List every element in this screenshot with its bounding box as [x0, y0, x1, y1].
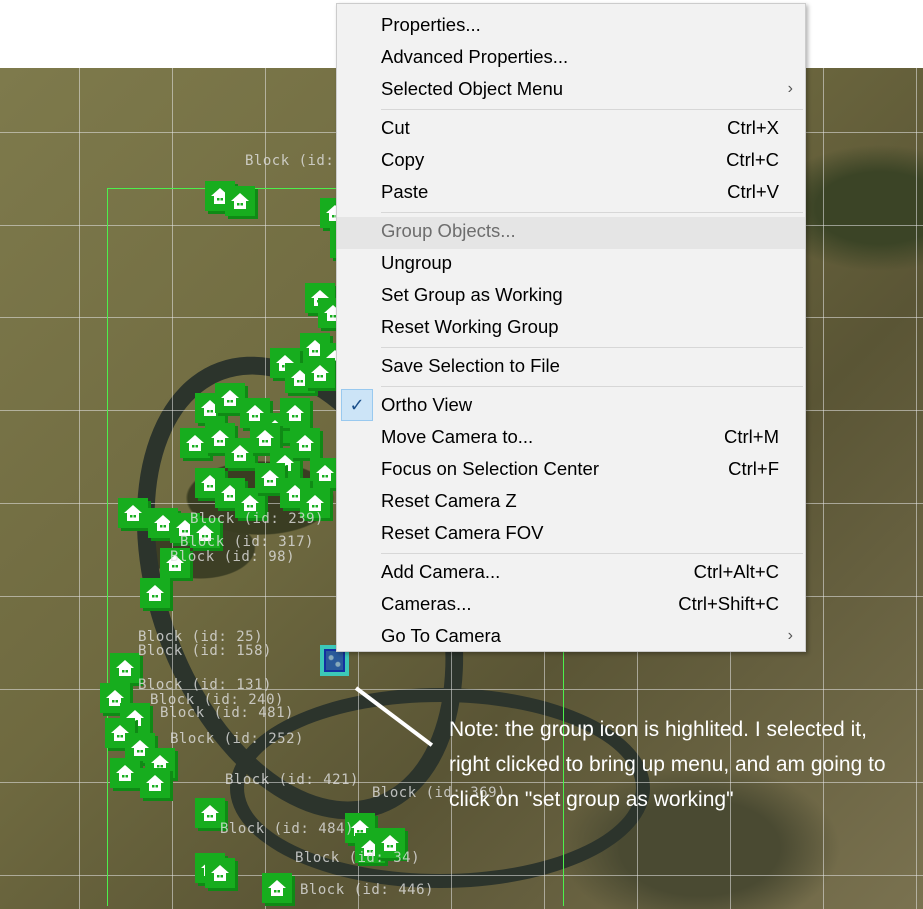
menu-item-label: Ortho View [381, 394, 473, 415]
menu-item-copy[interactable]: Copy Ctrl+C [337, 146, 805, 178]
block-label: Block (id: 252) [170, 731, 304, 747]
menu-item-save-selection-to-file[interactable]: Save Selection to File [337, 352, 805, 384]
menu-separator [381, 347, 803, 348]
block-marker[interactable] [290, 428, 320, 458]
house-icon [268, 880, 286, 896]
context-menu: Properties... Advanced Properties... Selec… [336, 3, 806, 652]
menu-item-shortcut: Ctrl+F [728, 458, 779, 479]
block-label: Block (id: 317) [180, 534, 314, 550]
house-icon [124, 505, 142, 521]
menu-item-label: Go To Camera [381, 625, 501, 646]
menu-item-label: Copy [381, 149, 425, 170]
menu-item-shortcut: Ctrl+Alt+C [693, 561, 779, 582]
menu-item-ungroup[interactable]: Ungroup [337, 249, 805, 281]
house-icon [306, 495, 324, 511]
house-icon [311, 365, 329, 381]
menu-separator [381, 212, 803, 213]
annotation-note: Note: the group icon is highlited. I sel… [449, 718, 886, 811]
house-icon [201, 805, 219, 821]
block-label: Block (id: 34) [295, 850, 421, 866]
menu-item-shortcut: Ctrl+C [726, 149, 779, 170]
house-icon [146, 585, 164, 601]
block-marker[interactable] [140, 578, 170, 608]
menu-item-label: Save Selection to File [381, 355, 560, 376]
menu-item-shortcut: Ctrl+M [724, 426, 779, 447]
checkmark-icon: ✓ [341, 389, 373, 421]
menu-item-label: Move Camera to... [381, 426, 534, 447]
block-label: Block (id: 131) [138, 677, 272, 693]
submenu-arrow-icon: › [787, 80, 793, 97]
menu-item-label: Ungroup [381, 252, 452, 273]
block-label: Block (id: 481) [160, 705, 294, 721]
menu-item-set-group-as-working[interactable]: Set Group as Working [337, 281, 805, 313]
house-icon [256, 430, 274, 446]
block-marker[interactable] [205, 858, 235, 888]
submenu-arrow-icon: › [787, 627, 793, 644]
house-icon [316, 465, 334, 481]
house-icon [231, 445, 249, 461]
menu-item-move-camera-to[interactable]: Move Camera to... Ctrl+M [337, 423, 805, 455]
block-label: Block (id: 98) [170, 549, 296, 565]
house-icon [116, 660, 134, 676]
menu-item-label: Group Objects... [381, 220, 516, 241]
menu-item-selected-object-menu[interactable]: Selected Object Menu › [337, 75, 805, 107]
menu-item-reset-working-group[interactable]: Reset Working Group [337, 313, 805, 345]
menu-item-ortho-view[interactable]: ✓ Ortho View [337, 389, 805, 423]
house-icon [286, 405, 304, 421]
block-label: Block (id: 421) [225, 772, 359, 788]
menu-item-label: Selected Object Menu [381, 78, 564, 99]
menu-item-group-objects[interactable]: Group Objects... [337, 217, 805, 249]
house-icon [241, 495, 259, 511]
menu-item-label: Cut [381, 117, 410, 138]
menu-item-label: Set Group as Working [381, 284, 563, 305]
block-label: Block (id: 239) [190, 511, 324, 527]
menu-item-go-to-camera[interactable]: Go To Camera › [337, 622, 805, 654]
menu-item-shortcut: Ctrl+V [727, 181, 779, 202]
menu-item-shortcut: Ctrl+X [727, 117, 779, 138]
menu-item-cut[interactable]: Cut Ctrl+X [337, 114, 805, 146]
menu-item-shortcut: Ctrl+Shift+C [678, 593, 779, 614]
house-icon [146, 775, 164, 791]
menu-item-label: Reset Working Group [381, 316, 559, 337]
menu-item-label: Reset Camera FOV [381, 522, 544, 543]
block-marker[interactable] [140, 768, 170, 798]
menu-item-label: Cameras... [381, 593, 472, 614]
block-marker[interactable] [110, 758, 140, 788]
menu-item-label: Add Camera... [381, 561, 501, 582]
menu-item-paste[interactable]: Paste Ctrl+V [337, 178, 805, 210]
house-icon [221, 390, 239, 406]
menu-item-label: Focus on Selection Center [381, 458, 600, 479]
menu-separator [381, 553, 803, 554]
house-icon [296, 435, 314, 451]
menu-item-focus-on-selection-center[interactable]: Focus on Selection Center Ctrl+F [337, 455, 805, 487]
menu-item-advanced-properties[interactable]: Advanced Properties... [337, 43, 805, 75]
menu-item-label: Properties... [381, 14, 481, 35]
menu-item-add-camera[interactable]: Add Camera... Ctrl+Alt+C [337, 558, 805, 590]
menu-item-label: Advanced Properties... [381, 46, 569, 67]
house-icon [231, 193, 249, 209]
house-icon [261, 470, 279, 486]
menu-separator [381, 109, 803, 110]
block-label: Block (id: 446) [300, 882, 434, 898]
house-icon [116, 765, 134, 781]
block-marker[interactable] [262, 873, 292, 903]
menu-item-reset-camera-z[interactable]: Reset Camera Z [337, 487, 805, 519]
menu-item-label: Reset Camera Z [381, 490, 517, 511]
block-marker[interactable] [110, 653, 140, 683]
house-icon [186, 435, 204, 451]
menu-item-label: Paste [381, 181, 429, 202]
menu-item-properties[interactable]: Properties... [337, 11, 805, 43]
block-marker[interactable] [280, 398, 310, 428]
block-label: Block (id: 158) [138, 643, 272, 659]
menu-item-reset-camera-fov[interactable]: Reset Camera FOV [337, 519, 805, 551]
block-label: Block (id: 484) [220, 821, 354, 837]
menu-separator [381, 386, 803, 387]
block-marker[interactable] [225, 186, 255, 216]
menu-item-cameras[interactable]: Cameras... Ctrl+Shift+C [337, 590, 805, 622]
block-marker[interactable] [118, 498, 148, 528]
house-icon [211, 865, 229, 881]
block-marker[interactable] [305, 358, 335, 388]
